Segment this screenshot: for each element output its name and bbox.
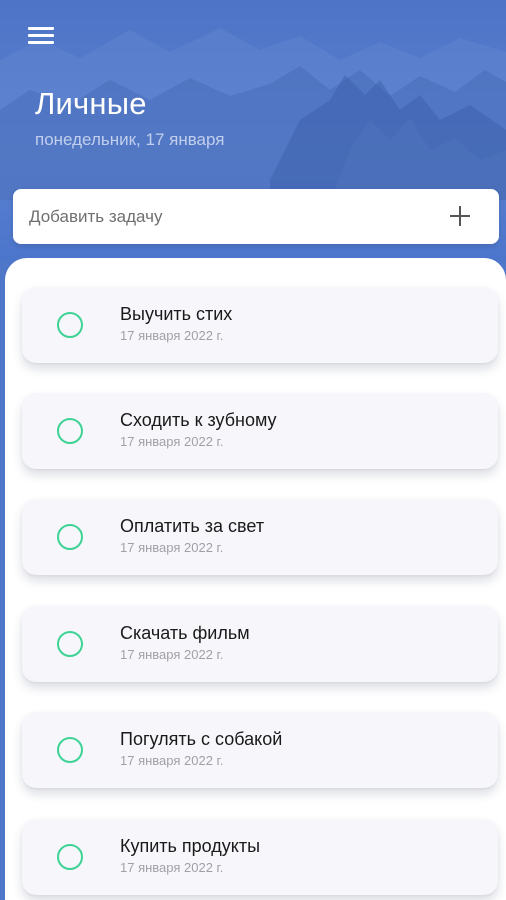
menu-line bbox=[28, 27, 54, 30]
app-root: Личные понедельник, 17 января Выучить ст… bbox=[0, 0, 506, 900]
task-list: Выучить стих 17 января 2022 г. Сходить к… bbox=[5, 258, 506, 900]
task-date: 17 января 2022 г. bbox=[120, 328, 224, 343]
task-item[interactable]: Выучить стих 17 января 2022 г. bbox=[22, 287, 498, 363]
menu-line bbox=[28, 41, 54, 44]
task-date: 17 января 2022 г. bbox=[120, 860, 224, 875]
task-complete-circle-icon[interactable] bbox=[57, 844, 83, 870]
task-item[interactable]: Сходить к зубному 17 января 2022 г. bbox=[22, 393, 498, 469]
task-title: Купить продукты bbox=[120, 836, 261, 856]
task-title: Погулять с собакой bbox=[120, 729, 283, 749]
task-complete-circle-icon[interactable] bbox=[57, 418, 83, 444]
task-item[interactable]: Погулять с собакой 17 января 2022 г. bbox=[22, 712, 498, 788]
task-complete-circle-icon[interactable] bbox=[57, 312, 83, 338]
page-title: Личные bbox=[35, 86, 147, 121]
task-date: 17 января 2022 г. bbox=[120, 540, 224, 555]
hamburger-menu-icon[interactable] bbox=[28, 24, 56, 46]
task-date: 17 января 2022 г. bbox=[120, 753, 224, 768]
task-complete-circle-icon[interactable] bbox=[57, 524, 83, 550]
task-title: Скачать фильм bbox=[120, 623, 250, 643]
task-date: 17 января 2022 г. bbox=[120, 434, 224, 449]
task-title: Выучить стих bbox=[120, 304, 233, 324]
add-task-input[interactable] bbox=[29, 189, 429, 244]
task-item[interactable]: Купить продукты 17 января 2022 г. bbox=[22, 819, 498, 895]
task-item[interactable]: Скачать фильм 17 января 2022 г. bbox=[22, 606, 498, 682]
task-complete-circle-icon[interactable] bbox=[57, 631, 83, 657]
task-complete-circle-icon[interactable] bbox=[57, 737, 83, 763]
menu-line bbox=[28, 34, 54, 37]
plus-icon[interactable] bbox=[449, 205, 471, 227]
task-date: 17 января 2022 г. bbox=[120, 647, 224, 662]
task-title: Сходить к зубному bbox=[120, 410, 277, 430]
current-date: понедельник, 17 января bbox=[35, 130, 225, 149]
task-item[interactable]: Оплатить за свет 17 января 2022 г. bbox=[22, 499, 498, 575]
task-title: Оплатить за свет bbox=[120, 516, 265, 536]
add-task-bar bbox=[13, 189, 499, 244]
